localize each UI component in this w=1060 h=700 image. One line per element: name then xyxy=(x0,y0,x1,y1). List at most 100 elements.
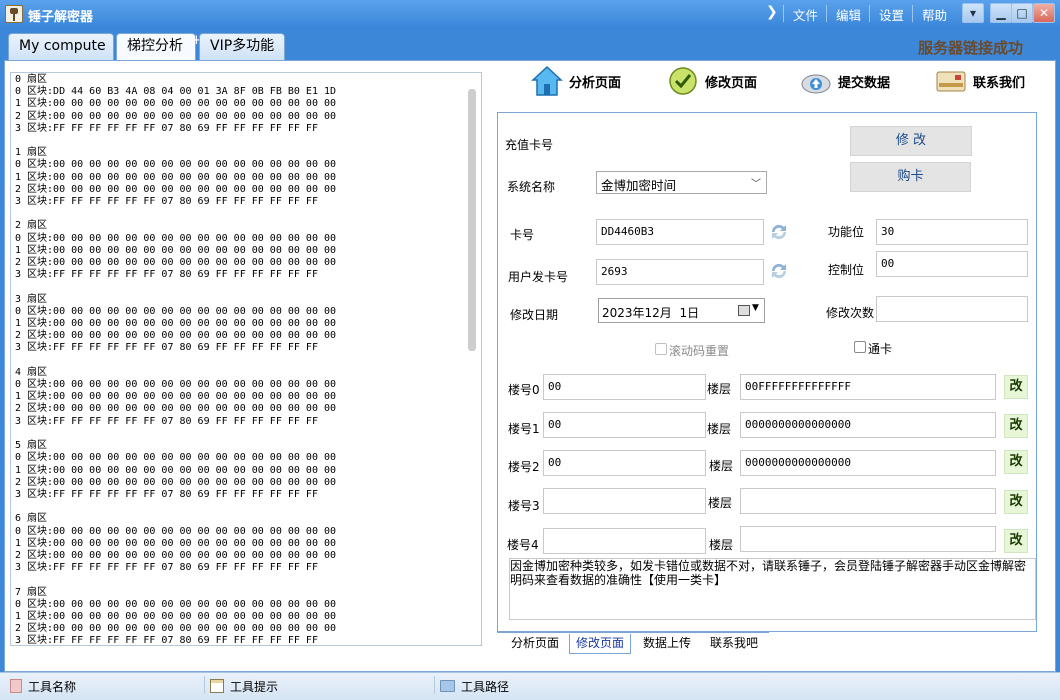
status-tool-tip: 工具提示 xyxy=(210,676,278,696)
building-2-input[interactable]: 00 xyxy=(543,450,706,476)
change-floor-1-button[interactable]: 改 xyxy=(1004,414,1028,438)
building-1-input[interactable]: 00 xyxy=(543,412,706,438)
refresh-icon[interactable] xyxy=(767,259,791,283)
menu-file[interactable]: 文件 xyxy=(793,5,818,24)
function-bit-input[interactable]: 30 xyxy=(876,219,1028,245)
menu-settings[interactable]: 设置 xyxy=(879,5,904,24)
change-floor-3-button[interactable]: 改 xyxy=(1004,490,1028,514)
tab-contact-me[interactable]: 联系我吧 xyxy=(704,634,764,654)
status-tool-name-label: 工具名称 xyxy=(28,679,77,694)
building-0-label: 楼号0 xyxy=(508,383,540,397)
building-3-label: 楼号3 xyxy=(508,499,540,513)
building-2-label: 楼号2 xyxy=(508,460,540,474)
building-4-label: 楼号4 xyxy=(507,538,539,552)
system-name-value: 金博加密时间 xyxy=(601,178,677,193)
control-bit-input[interactable]: 00 xyxy=(876,251,1028,277)
building-0-input[interactable]: 00 xyxy=(543,374,706,400)
contact-card-icon xyxy=(935,65,967,97)
tab-analysis-page[interactable]: 分析页面 xyxy=(505,634,565,654)
rolling-code-reset-label: 滚动码重置 xyxy=(669,344,730,358)
card-number-input[interactable]: DD4460B3 xyxy=(596,219,764,245)
bottom-tab-line xyxy=(497,632,769,633)
function-bit-label: 功能位 xyxy=(828,225,865,239)
building-4-input[interactable] xyxy=(543,528,706,554)
chevron-down-icon: ﹀ xyxy=(751,179,761,190)
status-tool-tip-label: 工具提示 xyxy=(230,679,279,694)
floor-0-input[interactable]: 00FFFFFFFFFFFFFF xyxy=(740,374,996,400)
user-card-number-label: 用户发卡号 xyxy=(508,270,569,284)
calendar-icon[interactable] xyxy=(738,305,750,316)
folder-icon xyxy=(440,680,455,692)
floor-2-label: 楼层 xyxy=(709,459,734,473)
app-logo-icon xyxy=(5,5,23,23)
change-floor-4-button[interactable]: 改 xyxy=(1004,529,1028,553)
menu-edit[interactable]: 编辑 xyxy=(836,5,861,24)
analysis-page-button[interactable]: 分析页面 xyxy=(531,64,621,98)
notepad-icon xyxy=(210,679,224,693)
chevron-right-icon[interactable]: ❯ xyxy=(766,4,778,20)
universal-card-checkbox[interactable] xyxy=(854,341,866,353)
modify-date-picker[interactable]: 2023年12月 1日 ▼ xyxy=(598,298,765,323)
card-number-label: 卡号 xyxy=(510,228,535,242)
floor-0-label: 楼层 xyxy=(707,382,732,396)
menu-help[interactable]: 帮助 xyxy=(922,5,947,24)
floor-2-input[interactable]: 0000000000000000 xyxy=(740,450,996,476)
notice-textarea[interactable]: 因金博加密种类较多，如发卡错位或数据不对，请联系锤子，会员登陆锤子解密器手动区金… xyxy=(509,558,1036,620)
minimize-icon[interactable]: ▁ xyxy=(990,3,1012,23)
home-icon xyxy=(531,65,563,97)
floor-4-input[interactable] xyxy=(740,526,996,552)
user-card-number-input[interactable]: 2693 xyxy=(596,259,764,285)
tab-vip-functions[interactable]: VIP多功能 xyxy=(199,33,285,60)
tab-elevator-analysis[interactable]: 梯控分析 xyxy=(116,33,196,61)
analysis-page-label: 分析页面 xyxy=(569,75,622,91)
floor-3-label: 楼层 xyxy=(708,496,733,510)
contact-us-label: 联系我们 xyxy=(973,75,1026,91)
recharge-card-label: 充值卡号 xyxy=(505,138,554,152)
menu-separator xyxy=(912,5,913,22)
buy-card-button[interactable]: 购卡 xyxy=(850,162,971,192)
status-bar xyxy=(0,672,1060,700)
tab-my-compute[interactable]: My compute xyxy=(8,33,114,60)
status-tool-path: 工具路径 xyxy=(440,676,509,696)
universal-card-label: 通卡 xyxy=(868,342,893,356)
change-floor-0-button[interactable]: 改 xyxy=(1004,375,1028,399)
tab-data-upload[interactable]: 数据上传 xyxy=(637,634,697,654)
tab-edit-page[interactable]: 修改页面 xyxy=(569,634,632,654)
floor-1-input[interactable]: 0000000000000000 xyxy=(740,412,996,438)
menu-separator xyxy=(826,5,827,22)
sector-dump-text: 0 扇区 0 区块:DD 44 60 B3 4A 08 04 00 01 3A … xyxy=(15,74,337,646)
submit-data-button[interactable]: 提交数据 xyxy=(800,64,890,98)
rolling-code-reset-checkbox[interactable] xyxy=(655,343,667,355)
modify-button[interactable]: 修 改 xyxy=(850,126,972,156)
status-tool-path-label: 工具路径 xyxy=(461,679,510,694)
system-name-label: 系统名称 xyxy=(507,180,556,194)
status-tool-name: 工具名称 xyxy=(10,676,76,696)
system-name-select[interactable]: 金博加密时间 ﹀ xyxy=(596,171,767,194)
sector-dump-textarea[interactable]: 0 扇区 0 区块:DD 44 60 B3 4A 08 04 00 01 3A … xyxy=(10,72,482,646)
app-logo-icon xyxy=(10,679,22,693)
edit-page-button[interactable]: 修改页面 xyxy=(667,64,757,98)
refresh-icon[interactable] xyxy=(767,220,791,244)
window-title: 锤子解密器 xyxy=(28,10,94,25)
maximize-icon[interactable]: □ xyxy=(1011,3,1033,23)
floor-3-input[interactable] xyxy=(740,488,996,514)
edit-page-label: 修改页面 xyxy=(705,75,758,91)
status-separator xyxy=(434,676,435,694)
status-separator xyxy=(204,676,205,694)
change-floor-2-button[interactable]: 改 xyxy=(1004,450,1028,474)
scrollbar-thumb[interactable] xyxy=(468,89,476,351)
floor-4-label: 楼层 xyxy=(709,538,734,552)
menu-separator xyxy=(783,5,784,22)
contact-us-button[interactable]: 联系我们 xyxy=(935,64,1025,98)
modify-date-label: 修改日期 xyxy=(510,308,559,322)
chevron-down-icon[interactable]: ▼ xyxy=(752,303,759,313)
control-bit-label: 控制位 xyxy=(828,263,865,277)
server-status: 服务器链接成功 xyxy=(918,39,1024,57)
submit-data-label: 提交数据 xyxy=(838,75,891,91)
cloud-upload-icon xyxy=(800,65,832,97)
modify-count-input[interactable] xyxy=(876,296,1028,322)
close-icon[interactable]: ✕ xyxy=(1033,3,1055,23)
checkmark-icon xyxy=(667,65,699,97)
dropdown-arrow-icon[interactable]: ▾ xyxy=(962,3,984,23)
building-3-input[interactable] xyxy=(543,488,706,514)
